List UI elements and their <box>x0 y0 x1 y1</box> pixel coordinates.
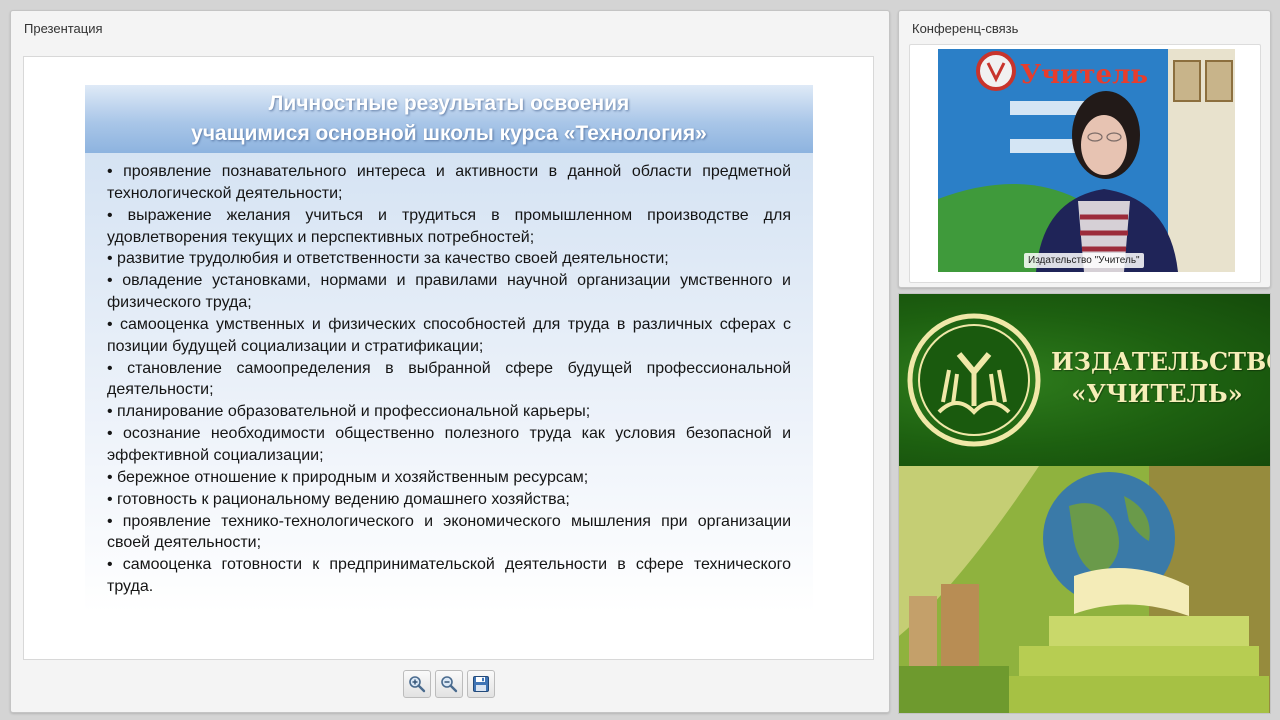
slide-bullet: • самооценка готовности к предпринимател… <box>107 556 791 596</box>
zoom-out-button[interactable] <box>435 670 463 698</box>
slide-bullet: • овладение установками, нормами и прави… <box>107 272 791 312</box>
slide-bullet: • выражение желания учиться и трудиться … <box>107 206 791 246</box>
presentation-panel: Презентация Личностные результаты освоен… <box>10 10 890 713</box>
banner-title-line-2: «УЧИТЕЛЬ» <box>1071 379 1243 408</box>
banner-title: ИЗДАТЕЛЬСТВО «УЧИТЕЛЬ» <box>1051 346 1271 410</box>
slide-bullet: • проявление познавательного интереса и … <box>107 163 791 202</box>
poster-logo-text: Учитель <box>1020 60 1148 90</box>
webcam-scene: Учитель <box>938 49 1235 272</box>
zoom-in-button[interactable] <box>403 670 431 698</box>
zoom-in-icon <box>409 676 426 693</box>
banner-header: ИЗДАТЕЛЬСТВО «УЧИТЕЛЬ» <box>899 294 1270 466</box>
floppy-disk-icon <box>473 676 489 692</box>
banner-image <box>899 466 1270 713</box>
slide-heading: Личностные результаты освоения учащимися… <box>85 85 813 153</box>
presentation-panel-title: Презентация <box>24 21 103 36</box>
slide-bullet-list: • проявление познавательного интереса и … <box>85 153 813 598</box>
slide-body: • проявление познавательного интереса и … <box>85 153 813 613</box>
save-button[interactable] <box>467 670 495 698</box>
publisher-banner: ИЗДАТЕЛЬСТВО «УЧИТЕЛЬ» <box>898 293 1271 714</box>
slide-canvas[interactable]: Личностные результаты освоения учащимися… <box>23 56 874 660</box>
slide-bullet: • осознание необходимости общественно по… <box>107 425 791 464</box>
zoom-out-icon <box>441 676 458 693</box>
slide-heading-line-2: учащимися основной школы курса «Технолог… <box>191 122 707 145</box>
slide-bullet: • бережное отношение к природным и хозяй… <box>107 468 589 486</box>
slide-bullet: • планирование образовательной и професс… <box>107 403 591 421</box>
banner-title-line-1: ИЗДАТЕЛЬСТВО <box>1051 347 1271 376</box>
slide-heading-line-1: Личностные результаты освоения <box>268 92 630 115</box>
video-caption: Издательство "Учитель" <box>1024 253 1144 268</box>
webcam-video: Учитель Издательство "Учитель" <box>938 49 1235 272</box>
slide-bullet: • проявление технико-технологического и … <box>107 512 791 552</box>
conference-panel-title: Конференц-связь <box>912 21 1019 36</box>
conference-panel: Конференц-связь Учитель Издательство "Уч… <box>898 10 1271 288</box>
slide-bullet: • развитие трудолюбия и ответственности … <box>107 250 669 268</box>
presentation-toolbar <box>403 670 499 700</box>
video-container[interactable]: Учитель Издательство "Учитель" <box>909 44 1261 283</box>
slide-bullet: • становление самоопределения в выбранно… <box>107 359 791 399</box>
slide-bullet: • готовность к рациональному ведению дом… <box>107 490 570 508</box>
publisher-logo-icon <box>907 313 1041 447</box>
books-globe-illustration <box>899 466 1270 713</box>
slide-bullet: • самооценка умственных и физических спо… <box>107 315 791 355</box>
